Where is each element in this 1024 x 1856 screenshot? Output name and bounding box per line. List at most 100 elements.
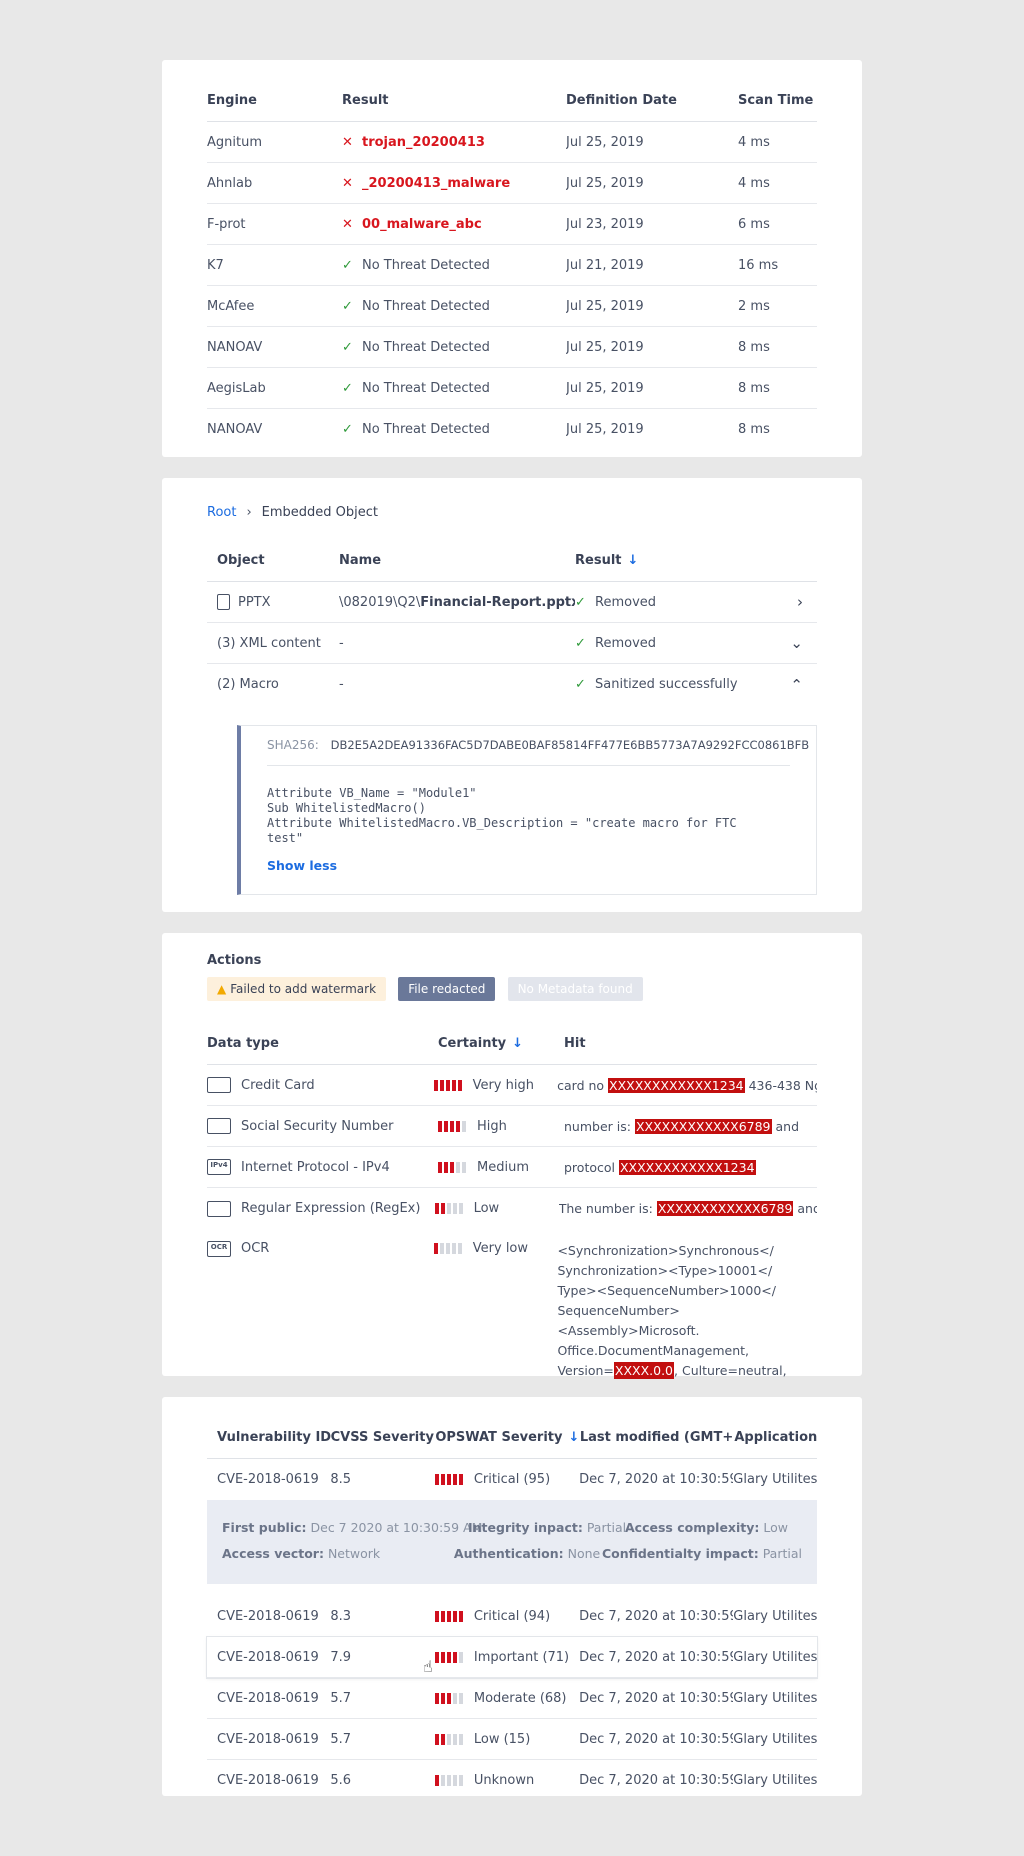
scan-time: 8 ms (738, 339, 770, 355)
column-header-engine: Engine (207, 93, 257, 108)
redacted-hit: XXXX.0.0 (613, 1362, 675, 1379)
check-icon: ✓ (342, 380, 353, 396)
hit-cell: number is: XXXXXXXXXXXX6789 and (564, 1118, 800, 1134)
watermark-warning-badge: ▲ Failed to add watermark (207, 977, 387, 1001)
regex-icon (207, 1200, 231, 1217)
scan-time: 16 ms (738, 257, 779, 273)
definition-date: Jul 25, 2019 (566, 339, 644, 355)
vuln-id: CVE-2018-0619 (217, 1608, 319, 1624)
chevron-right-icon[interactable]: › (789, 593, 817, 611)
engine-name: NANOAV (207, 339, 263, 355)
vuln-row-expanded[interactable]: CVE-2018-0619 8.5 Critical (95) Dec 7, 2… (207, 1459, 817, 1500)
threat-x-icon: ✕ (342, 175, 353, 191)
embedded-object-row[interactable]: (3) XML content - ✓ Removed ⌄ (207, 623, 817, 664)
engine-name: Agnitum (207, 134, 262, 150)
vuln-row[interactable]: CVE-2018-0619 5.6 Unknown Dec 7, 2020 at 10… (207, 1760, 817, 1801)
last-modified: Dec 7, 2020 at 10:30:59 (579, 1690, 734, 1706)
sha256-value: DB2E5A2DEA91336FAC5D7DABE0BAF85814FF477E… (330, 738, 810, 752)
chevron-down-icon[interactable]: ⌄ (789, 634, 817, 652)
vuln-id: CVE-2018-0619 (217, 1773, 319, 1788)
confidentiality-label: Confidentialty impact: (601, 1546, 759, 1561)
certainty-cell: High (438, 1119, 564, 1134)
integrity-value: Partial (586, 1520, 627, 1535)
chevron-up-icon[interactable]: ⌃ (789, 676, 817, 694)
code-line: test" (267, 831, 304, 845)
hit-cell: The number is: XXXXXXXXXXXX6789 and (559, 1201, 817, 1216)
datatype-row-ocr: OCR OCR Very low <Synchronization>Synchr… (207, 1229, 817, 1381)
datatype-table-body: Credit Card Very high card no XXXXXXXXXXXX… (207, 1065, 817, 1229)
datatype-label: Social Security Number (241, 1118, 394, 1134)
object-type: (3) XML content (217, 636, 339, 651)
threat-x-icon: ✕ (342, 134, 353, 150)
vuln-row[interactable]: CVE-2018-0619 5.7 Moderate (68) Dec 7, 2020… (207, 1678, 817, 1719)
cvss-score: 5.7 (330, 1690, 352, 1706)
datatype-row: Credit Card Very high card no XXXXXXXXXXXX… (207, 1065, 817, 1106)
scan-time: 6 ms (738, 216, 770, 232)
clean-result: No Threat Detected (362, 380, 490, 396)
sort-arrow-down-icon: ↓ (512, 1036, 524, 1051)
column-header-data-type: Data type (207, 1036, 279, 1051)
vuln-id: CVE-2018-0619 (217, 1649, 319, 1665)
severity-label: Critical (95) (473, 1472, 551, 1487)
scan-time: 8 ms (738, 380, 770, 396)
severity-meter (434, 1775, 463, 1786)
column-header-certainty-sort[interactable]: Certainty ↓ (438, 1036, 564, 1051)
opswat-severity: Unknown (434, 1773, 579, 1788)
check-icon: ✓ (342, 298, 353, 314)
hit-cell: card no XXXXXXXXXXXX1234 436-438 Ng (557, 1077, 817, 1093)
vulnerabilities-card: Vulnerability ID CVSS Severity OPSWAT Se… (162, 1397, 862, 1796)
certainty-meter (438, 1161, 466, 1173)
severity-label: Critical (94) (473, 1608, 551, 1624)
embedded-object-row[interactable]: PPTX \082019\Q2\Financial-Report.pptx ✓ Rem… (207, 582, 817, 623)
object-label: (3) XML content (217, 635, 321, 651)
severity-meter (434, 1651, 463, 1663)
certainty-meter (434, 1203, 463, 1214)
vuln-row[interactable]: CVE-2018-0619 8.3 Critical (94) Dec 7, 2020… (207, 1596, 817, 1637)
vuln-row[interactable]: CVE-2018-0619 7.9 Important (71) Dec 7, 202… (207, 1637, 817, 1678)
show-less-link[interactable]: Show less (267, 858, 790, 873)
definition-date: Jul 21, 2019 (566, 257, 644, 273)
certainty-meter (438, 1120, 466, 1132)
column-header-name: Name (339, 553, 382, 568)
scan-result: ✓ No Threat Detected (342, 340, 566, 355)
column-header-vulnerability-id: Vulnerability ID (217, 1430, 331, 1445)
column-header-result-sort[interactable]: Result ↓ (575, 553, 638, 568)
vuln-row[interactable]: CVE-2018-0619 5.7 Low (15) Dec 7, 2020 at 1… (207, 1719, 817, 1760)
certainty-cell: Very low (433, 1241, 558, 1381)
column-header-last-modified: Last modified (GMT+7) (579, 1430, 735, 1445)
authentication-label: Authentication: (453, 1546, 564, 1561)
authentication-value: None (567, 1546, 601, 1561)
embedded-object-row[interactable]: (2) Macro - ✓ Sanitized successfully ⌃ (207, 664, 817, 705)
embedded-table-header: Object Name Result ↓ (207, 540, 817, 582)
hit-text: and (771, 1118, 800, 1134)
threat-name: _20200413_malware (362, 175, 511, 191)
opswat-severity: Low (15) (434, 1732, 579, 1747)
redacted-hit: XXXXXXXXXXXX6789 (634, 1118, 772, 1134)
object-result: ✓ Sanitized successfully (575, 677, 789, 692)
engine-name: K7 (207, 257, 224, 273)
object-label: (2) Macro (217, 677, 279, 692)
column-header-definition-date: Definition Date (566, 93, 677, 108)
certainty-label: Very high (472, 1077, 534, 1093)
check-icon: ✓ (342, 422, 353, 437)
redacted-hit: XXXXXXXXXXXX1234 (618, 1159, 756, 1175)
vuln-id: CVE-2018-0619 (217, 1690, 319, 1706)
severity-meter (434, 1610, 463, 1622)
column-header-scan-time: Scan Time (738, 93, 814, 108)
application: Glary Utilites (733, 1608, 817, 1624)
scan-time: 4 ms (738, 134, 770, 150)
column-header-opswat-severity-sort[interactable]: OPSWAT Severity ↓ (435, 1430, 580, 1445)
scan-result: ✕ 00_malware_abc (342, 217, 566, 232)
hit-line: Office.DocumentManagement, (557, 1343, 749, 1358)
sha256-label: SHA256: (267, 738, 319, 752)
datatype-cell: IPv4 Internet Protocol - IPv4 (207, 1159, 438, 1175)
breadcrumb-root-link[interactable]: Root (207, 505, 236, 520)
cvss-score: 5.6 (330, 1773, 352, 1788)
vuln-table-header: Vulnerability ID CVSS Severity OPSWAT Se… (207, 1417, 817, 1459)
hit-cell: <Synchronization>Synchronous</ Synchroni… (557, 1241, 817, 1381)
certainty-cell: Very high (433, 1077, 558, 1093)
sort-arrow-down-icon: ↓ (568, 1430, 580, 1445)
credit-card-icon (207, 1077, 231, 1093)
ocr-icon: OCR (207, 1241, 231, 1257)
breadcrumb-chevron-icon: › (246, 504, 252, 520)
